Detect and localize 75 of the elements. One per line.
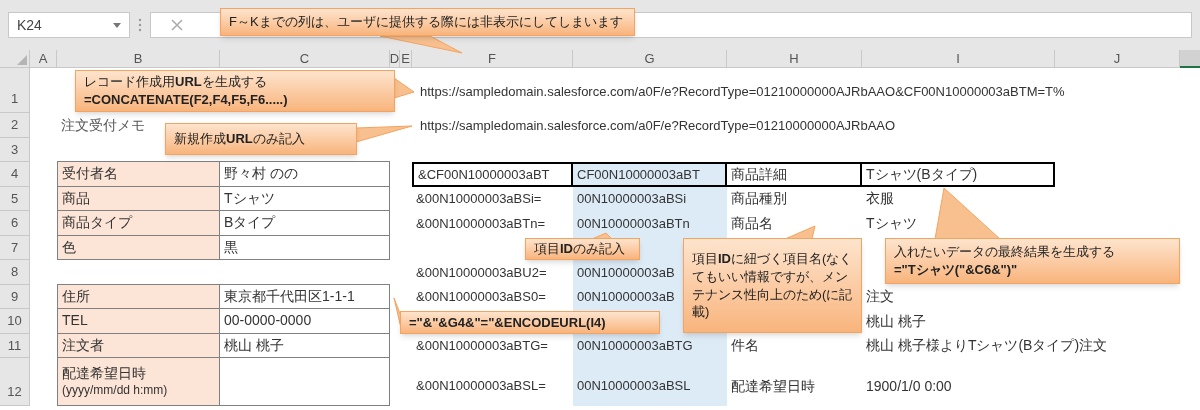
table-cell-text: 件名 — [730, 336, 760, 356]
form-value-cell: 黒 — [220, 234, 390, 260]
name-box[interactable]: K24 — [8, 12, 130, 38]
form-label-hint: (yyyy/mm/dd h:mm) — [62, 382, 169, 398]
callout-text: F～Kまでの列は、ユーザに提供する際には非表示にしてしまいます — [229, 13, 624, 31]
callout-text: ="Tシャツ("&C6&")" — [894, 261, 1019, 279]
form-label: TEL — [62, 312, 89, 330]
table-cell-text: &00N10000003aBTn= — [415, 214, 547, 233]
table-cell: &CF00N10000003aBT — [412, 162, 573, 187]
form-label: 住所 — [62, 287, 91, 305]
table-cell: 00N10000003aBTG — [573, 333, 727, 358]
table-cell-text: 衣服 — [865, 189, 895, 209]
select-all-corner[interactable] — [0, 50, 30, 68]
table-cell-text: 桃山 桃子様よりTシャツ(Bタイプ)注文 — [865, 336, 1109, 356]
table-cell-text: Tシャツ — [865, 213, 918, 233]
table-cell: 商品詳細 — [727, 162, 862, 187]
row-header[interactable]: 1 — [0, 68, 30, 113]
table-cell-text: 配達希望日時 — [730, 376, 816, 396]
column-header[interactable]: A — [30, 50, 57, 68]
table-cell-text: &00N10000003aBSi= — [415, 190, 543, 208]
table-cell: 00N10000003aBSL — [573, 358, 727, 406]
caret-icon — [113, 22, 121, 28]
form-value-cell: 野々村 のの — [220, 161, 390, 187]
form-label: 色 — [62, 238, 77, 256]
row-header[interactable]: 5 — [0, 186, 30, 211]
selected-column-header[interactable] — [1180, 50, 1200, 68]
column-header[interactable]: J — [1055, 50, 1180, 68]
memo-title: 注文受付メモ — [60, 115, 146, 135]
column-header[interactable]: G — [573, 50, 727, 68]
table-cell: 00N10000003aBTn — [573, 211, 727, 236]
callout-text: =CONCATENATE(F2,F4,F5,F6.....) — [84, 91, 289, 109]
table-cell-text: &00N10000003aBU2= — [415, 263, 548, 282]
row-header[interactable]: 9 — [0, 284, 30, 309]
row-header[interactable]: 2 — [0, 113, 30, 138]
table-cell-text: 商品種別 — [730, 189, 788, 209]
table-cell: 00N10000003aBSi — [573, 186, 727, 211]
callout-text: 入れたいデータの最終結果を生成する — [894, 243, 1116, 261]
close-icon[interactable] — [171, 19, 183, 31]
table-cell-text: &00N10000003aBS0= — [415, 288, 547, 306]
row-header[interactable]: 7 — [0, 235, 30, 260]
column-header[interactable]: F — [412, 50, 573, 68]
callout-text: レコード作成用URLを生成する — [84, 73, 268, 91]
column-header[interactable]: I — [862, 50, 1055, 68]
form-label: 商品 — [62, 189, 91, 207]
form-label: 注文者 — [62, 336, 105, 354]
column-header[interactable]: E — [400, 50, 412, 68]
form-value-cell: 東京都千代田区1-1-1 — [220, 283, 390, 309]
row-header[interactable]: 6 — [0, 211, 30, 236]
row-header[interactable]: 3 — [0, 137, 30, 162]
row-header[interactable]: 12 — [0, 358, 30, 406]
callout-text: 項目IDのみ記入 — [534, 240, 626, 258]
url-text: https://sampledomain.salesforce.com/a0F/e?RecordType=01210000000AJRbAAO — [419, 116, 897, 135]
form-label: 受付者名 — [62, 165, 119, 183]
row-header[interactable]: 8 — [0, 260, 30, 285]
more-icon[interactable] — [138, 18, 142, 32]
column-header[interactable]: C — [220, 50, 390, 68]
callout-text: 新規作成URLのみ記入 — [174, 130, 306, 148]
triangle-icon — [17, 55, 27, 65]
form-label: 配達希望日時 — [62, 365, 147, 383]
table-cell-text: 1900/1/0 0:00 — [865, 376, 953, 396]
row-header[interactable]: 11 — [0, 333, 30, 358]
column-header[interactable]: H — [727, 50, 862, 68]
table-cell-text: &00N10000003aBTG= — [415, 337, 549, 355]
form-label: 商品タイプ — [62, 214, 134, 232]
column-header[interactable]: B — [57, 50, 220, 68]
callout-text: ="&"&G4&"="&ENCODEURL(I4) — [409, 313, 607, 332]
table-cell-text: 注文 — [865, 287, 895, 307]
row-header[interactable]: 10 — [0, 309, 30, 334]
row-header[interactable]: 4 — [0, 162, 30, 187]
table-cell: CF00N10000003aBT — [573, 162, 727, 187]
table-cell: Tシャツ(Bタイプ) — [862, 162, 1055, 187]
table-cell-text: 商品名 — [730, 213, 774, 233]
table-cell-text: &00N10000003aBSL= — [415, 377, 547, 396]
table-cell-text: 桃山 桃子 — [865, 311, 927, 331]
url-text: https://sampledomain.salesforce.com/a0F/e?RecordType=01210000000AJRbAAO&CF00N10000003aBTM=T% — [419, 82, 1066, 101]
